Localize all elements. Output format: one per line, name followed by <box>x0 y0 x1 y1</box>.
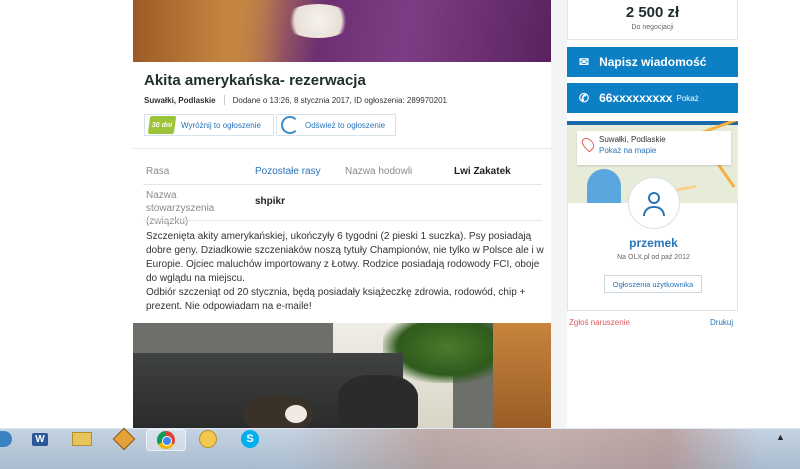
send-message-label: Napisz wiadomość <box>599 55 707 69</box>
messenger-icon[interactable] <box>188 429 228 449</box>
column-gap <box>551 0 567 428</box>
avatar-body <box>643 206 665 216</box>
attr-label-breed: Rasa <box>146 166 170 177</box>
tray-arrow-icon[interactable]: ▲ <box>776 432 785 442</box>
attr-label-association: Nazwa stowarzyszenia (związku) <box>146 190 215 227</box>
map-pin-icon <box>579 135 597 153</box>
photo-paw <box>283 4 353 38</box>
print-link[interactable]: Drukuj <box>710 318 733 327</box>
price: 2 500 zł <box>625 4 680 21</box>
phone-icon: ✆ <box>579 91 590 105</box>
listing-photo-bottom[interactable] <box>133 323 551 428</box>
windows-start-icon[interactable] <box>0 431 12 447</box>
user-box: przemek Na OLX.pl od paź 2012 Ogłoszenia… <box>567 177 739 311</box>
attr-value-breed[interactable]: Pozostałe rasy <box>255 166 321 177</box>
user-name[interactable]: przemek <box>568 236 739 250</box>
promote-button[interactable]: 30 dni Wyróżnij to ogłoszenie <box>144 114 274 136</box>
listing-title: Akita amerykańska- rezerwacja <box>144 72 366 89</box>
chrome-icon[interactable] <box>146 429 186 451</box>
divider <box>133 148 551 149</box>
explorer-icon[interactable] <box>62 429 102 449</box>
photo-cat <box>338 375 418 428</box>
photo-puppy-paw <box>285 405 307 423</box>
refresh-label: Odśwież to ogłoszenie <box>305 120 386 130</box>
description-paragraph: Szczenięta akity amerykańskiej, ukończył… <box>146 231 544 284</box>
right-gutter <box>738 0 800 428</box>
user-ads-button[interactable]: Ogłoszenia użytkownika <box>604 275 702 293</box>
envelope-icon: ✉ <box>579 55 590 69</box>
show-phone-button[interactable]: ✆ 66xxxxxxxxx Pokaż <box>567 83 738 113</box>
user-since: Na OLX.pl od paź 2012 <box>617 254 690 261</box>
promo-badge: 30 dni <box>147 116 177 134</box>
refresh-button[interactable]: Odśwież to ogłoszenie <box>276 114 396 136</box>
map-top-bar <box>567 121 738 125</box>
skype-icon-glyph: S <box>241 430 259 448</box>
messenger-icon-glyph <box>199 430 217 448</box>
price-box: 2 500 zł Do negocjacji <box>567 0 738 40</box>
divider <box>143 220 542 221</box>
word-icon[interactable]: W <box>20 429 60 449</box>
user-avatar-icon <box>628 177 680 229</box>
left-gutter <box>0 0 133 428</box>
map-location-card: Suwałki, Podlaskie Pokaż na mapie <box>577 131 731 165</box>
map-water <box>587 169 621 203</box>
phone-number: 66xxxxxxxxx <box>599 91 673 105</box>
listing-main: Akita amerykańska- rezerwacja Suwałki, P… <box>133 0 551 428</box>
description-paragraph: Odbiór szczeniąt od 20 stycznia, będą po… <box>146 287 526 312</box>
attr-label-kennel: Nazwa hodowli <box>345 166 413 177</box>
sidebar: 2 500 zł Do negocjacji ✉ Napisz wiadomoś… <box>567 0 738 428</box>
refresh-icon <box>281 116 299 134</box>
negotiation-label: Do negocjacji <box>631 24 674 31</box>
show-on-map-link[interactable]: Pokaż na mapie <box>599 146 731 155</box>
tool-icon[interactable] <box>104 427 144 451</box>
avatar-head <box>648 192 660 204</box>
listing-photo-top[interactable] <box>133 0 551 62</box>
listing-location: Suwałki, Podlaskie <box>144 95 216 105</box>
promote-label: Wyróżnij to ogłoszenie <box>181 120 261 130</box>
map-location: Suwałki, Podlaskie <box>599 135 666 144</box>
divider <box>143 184 542 185</box>
taskbar: W S ▲ <box>0 427 800 469</box>
attr-value-association: shpikr <box>255 196 286 207</box>
attr-value-kennel: Lwi Zakatek <box>454 166 511 177</box>
photo-fur <box>133 0 283 62</box>
send-message-button[interactable]: ✉ Napisz wiadomość <box>567 47 738 77</box>
skype-icon[interactable]: S <box>230 429 270 449</box>
listing-meta: Suwałki, Podlaskie Dodane o 13:26, 8 sty… <box>144 95 447 105</box>
report-link[interactable]: Zgłoś naruszenie <box>569 318 630 327</box>
listing-description: Szczenięta akity amerykańskiej, ukończył… <box>146 230 544 314</box>
tool-icon-glyph <box>112 427 136 451</box>
word-icon-glyph: W <box>32 432 48 446</box>
taskbar-wallpaper <box>290 429 760 469</box>
photo-chair <box>493 323 551 428</box>
chrome-icon-glyph <box>157 431 175 449</box>
meta-separator <box>223 95 225 105</box>
explorer-icon-glyph <box>72 432 92 446</box>
phone-show-label: Pokaż <box>676 93 699 103</box>
listing-added: Dodane o 13:26, 8 stycznia 2017, ID ogło… <box>232 95 447 105</box>
